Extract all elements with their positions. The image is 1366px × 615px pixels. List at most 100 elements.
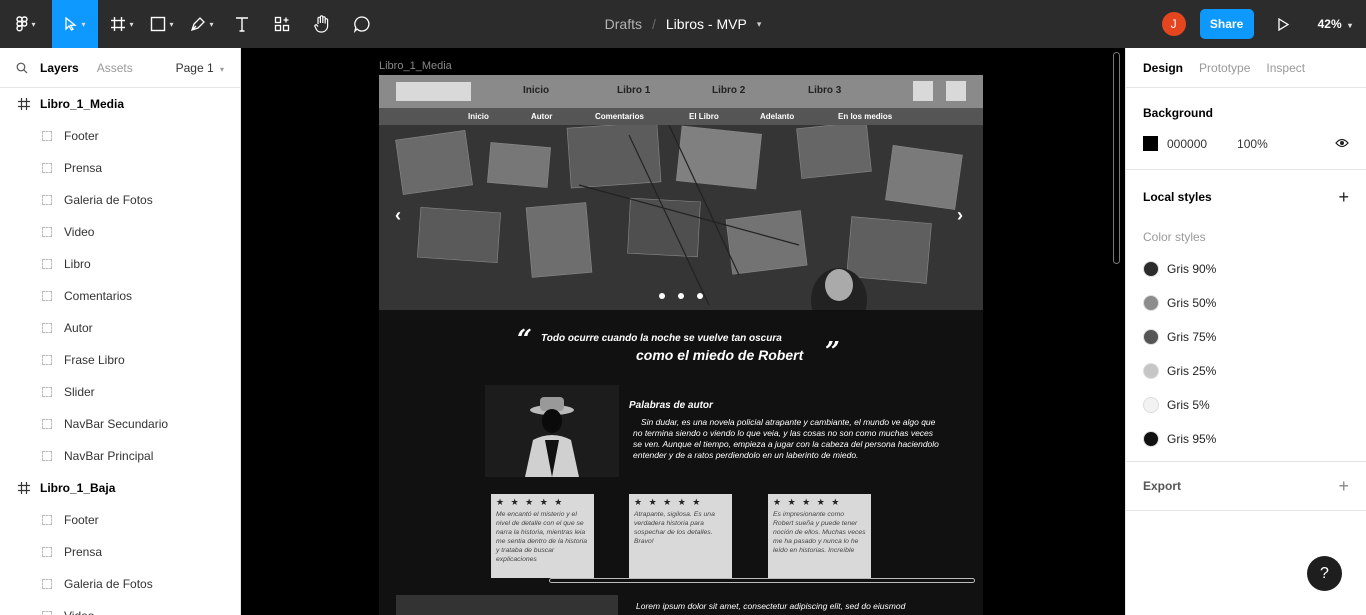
resources-icon [274,16,290,32]
slider-dot [678,293,684,299]
layer-label: Libro_1_Baja [40,481,116,495]
group-icon [42,355,52,365]
tab-prototype[interactable]: Prototype [1199,61,1250,75]
group-icon [42,259,52,269]
layer-item[interactable]: Frase Libro [0,344,240,376]
color-style-item[interactable]: Gris 75% [1143,320,1349,354]
hand-icon [314,15,329,33]
color-style-item[interactable]: Gris 95% [1143,422,1349,456]
color-style-item[interactable]: Gris 25% [1143,354,1349,388]
review-text: Atrapante, sigilosa. Es una verdadera hi… [634,511,715,545]
layer-item[interactable]: Libro [0,248,240,280]
layer-label: Video [64,225,95,239]
layer-frame[interactable]: Libro_1_Baja [0,472,240,504]
color-swatch [1143,397,1159,413]
resources-tool-button[interactable] [262,0,302,48]
add-export-icon[interactable]: + [1338,477,1349,495]
canvas[interactable]: Libro_1_Media Inicio Libro 1 Libro 2 Lib… [241,48,1125,615]
zoom-menu[interactable]: 42% ▾ [1318,17,1352,31]
tab-assets[interactable]: Assets [97,61,133,75]
layer-item[interactable]: NavBar Principal [0,440,240,472]
layer-label: Libro [64,257,91,271]
figma-logo-icon [16,16,29,32]
layer-item[interactable]: Slider [0,376,240,408]
color-style-item[interactable]: Gris 90% [1143,252,1349,286]
layer-item[interactable]: Video [0,600,240,615]
review-stars: ★ ★ ★ ★ ★ [634,497,703,507]
add-style-icon[interactable]: + [1338,188,1349,206]
background-opacity[interactable]: 100% [1237,137,1268,151]
background-swatch[interactable] [1143,136,1158,151]
layer-item[interactable]: Autor [0,312,240,344]
tab-layers[interactable]: Layers [40,61,79,75]
hand-tool-button[interactable] [302,0,342,48]
page-selector[interactable]: Page 1 ▾ [176,61,224,75]
color-swatch [1143,431,1159,447]
shape-tool-button[interactable]: ▾ [142,0,182,48]
layer-label: Prensa [64,545,103,559]
breadcrumb-drafts[interactable]: Drafts [605,16,642,32]
frame-libro-1-media[interactable]: Inicio Libro 1 Libro 2 Libro 3 Inicio Au… [379,75,983,615]
group-icon [42,195,52,205]
layer-item[interactable]: Galeria de Fotos [0,568,240,600]
frame-label[interactable]: Libro_1_Media [379,60,452,72]
color-style-item[interactable]: Gris 50% [1143,286,1349,320]
chevron-down-icon[interactable]: ▾ [757,19,762,30]
color-style-item[interactable]: Gris 5% [1143,388,1349,422]
quote-close-icon: ” [825,337,840,367]
pen-tool-button[interactable]: ▾ [182,0,222,48]
layer-label: Galeria de Fotos [64,577,153,591]
color-style-label: Gris 50% [1167,296,1217,310]
group-icon [42,419,52,429]
group-icon [42,163,52,173]
comment-tool-button[interactable] [342,0,382,48]
search-icon[interactable] [16,62,28,74]
move-tool-button[interactable]: ▾ [52,0,98,48]
frame-tool-button[interactable]: ▾ [102,0,142,48]
libro-image [396,595,618,615]
quote-line-1: Todo ocurre cuando la noche se vuelve ta… [541,333,782,344]
layer-item[interactable]: Prensa [0,536,240,568]
nav-primary-item: Libro 2 [712,85,746,96]
file-name[interactable]: Libros - MVP [666,16,747,32]
lorem-text: Lorem ipsum dolor sit amet, consectetur … [636,601,906,611]
layer-label: Comentarios [64,289,133,303]
chevron-down-icon: ▾ [169,19,174,29]
tab-inspect[interactable]: Inspect [1266,61,1305,75]
avatar[interactable]: J [1161,12,1186,36]
cursor-icon [65,17,78,31]
layer-item[interactable]: Galeria de Fotos [0,184,240,216]
pen-icon [191,17,206,32]
share-button[interactable]: Share [1199,9,1254,39]
layer-label: Slider [64,385,95,399]
layer-frame[interactable]: Libro_1_Media [0,88,240,120]
group-icon [42,611,52,615]
layer-item[interactable]: Video [0,216,240,248]
author-text: Sin dudar, es una novela policial atrapa… [633,417,939,460]
tab-design[interactable]: Design [1143,61,1183,75]
canvas-scrollbar[interactable] [1113,52,1120,264]
chevron-right-icon: › [957,205,963,225]
layer-item[interactable]: Footer [0,120,240,152]
background-hex[interactable]: 000000 [1167,137,1207,151]
chevron-down-icon: ▾ [129,19,134,29]
group-icon [42,547,52,557]
text-tool-button[interactable] [222,0,262,48]
layer-item[interactable]: Comentarios [0,280,240,312]
help-button[interactable]: ? [1307,556,1342,591]
present-button[interactable] [1270,17,1296,31]
export-title: Export [1143,479,1182,493]
layers-panel: Layers Assets Page 1 ▾ Libro_1_Media Foot… [0,48,241,615]
logo-placeholder [396,82,471,101]
eye-icon[interactable] [1335,137,1349,151]
group-icon [42,451,52,461]
review-card: ★ ★ ★ ★ ★ Me encantó el misterio y el ni… [491,494,594,578]
rectangle-icon [151,16,166,32]
main-menu-button[interactable]: ▾ [0,0,52,48]
layer-item[interactable]: Footer [0,504,240,536]
layer-item[interactable]: Prensa [0,152,240,184]
layer-item[interactable]: NavBar Secundario [0,408,240,440]
quote-line-2: como el miedo de Robert [636,347,804,363]
canvas-horizontal-scrollbar[interactable] [549,578,975,583]
text-icon [236,17,248,32]
